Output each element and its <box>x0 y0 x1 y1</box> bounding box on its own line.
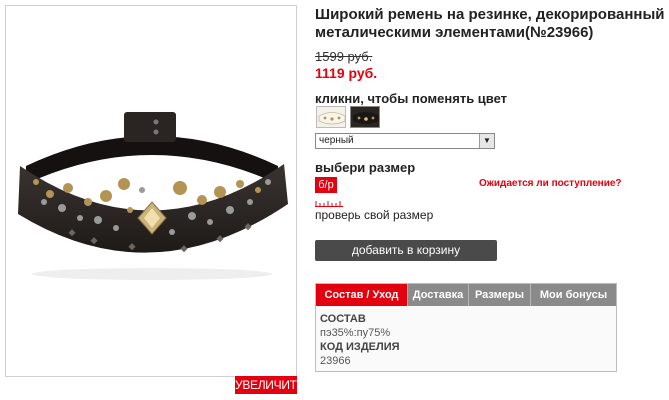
belt-photo <box>18 112 288 280</box>
color-select-value: черный <box>319 135 354 146</box>
composition-value: пэ35%:пу75% <box>320 327 391 339</box>
product-title: Широкий ремень на резинке, декорированны… <box>315 6 665 41</box>
new-price: 1119 руб. <box>315 65 378 81</box>
old-price: 1599 руб. <box>315 49 373 64</box>
tab-sizes[interactable]: Размеры <box>469 284 531 306</box>
tab-content: СОСТАВ пэ35%:пу75% КОД ИЗДЕЛИЯ 23966 <box>320 312 610 368</box>
swatch-black[interactable] <box>350 106 380 128</box>
restock-link[interactable]: Ожидается ли поступление? <box>479 178 622 189</box>
ruler-icon <box>315 201 343 207</box>
composition-heading: СОСТАВ <box>320 313 366 325</box>
chevron-down-icon[interactable]: ▼ <box>479 134 494 148</box>
color-hint: кликни, чтобы поменять цвет <box>315 91 508 106</box>
code-heading: КОД ИЗДЕЛИЯ <box>320 341 400 353</box>
tab-bar: Состав / Уход Доставка Размеры Мои бонус… <box>316 284 616 306</box>
code-value: 23966 <box>320 355 351 367</box>
info-tabs: Состав / Уход Доставка Размеры Мои бонус… <box>315 283 617 372</box>
size-chip[interactable]: б/р <box>315 177 337 193</box>
color-select[interactable]: черный ▼ <box>315 133 495 149</box>
belt-swatch-icon <box>318 112 345 125</box>
product-photo-frame <box>5 5 297 377</box>
tab-delivery[interactable]: Доставка <box>408 284 469 306</box>
size-check-link[interactable]: проверь свой размер <box>315 208 433 222</box>
size-heading: выбери размер <box>315 160 416 175</box>
belt-swatch-icon <box>353 112 379 124</box>
swatch-white[interactable] <box>316 106 346 128</box>
tab-bonuses[interactable]: Мои бонусы <box>531 284 616 306</box>
tab-composition[interactable]: Состав / Уход <box>316 284 408 306</box>
zoom-button[interactable]: УВЕЛИЧИТЬ <box>235 376 305 394</box>
add-to-cart-button[interactable]: добавить в корзину <box>315 240 497 261</box>
